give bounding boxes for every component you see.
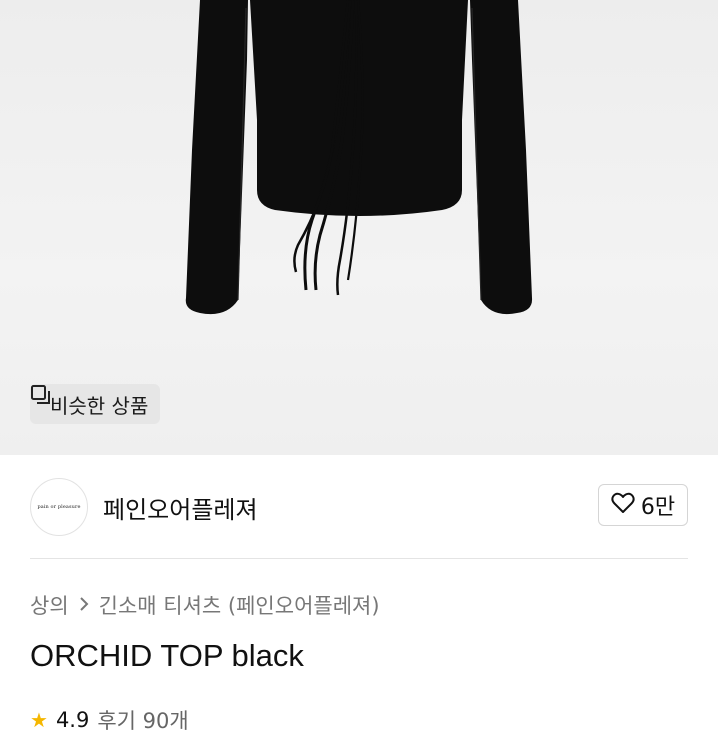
- heart-outline-icon: [611, 492, 635, 518]
- product-image[interactable]: 비슷한 상품: [0, 0, 718, 455]
- shop-row: pain or pleasure 페인오어플레져 6만: [0, 455, 718, 559]
- rating-row[interactable]: ★ 4.9 후기 90개: [30, 705, 189, 735]
- chevron-right-icon: [79, 593, 89, 617]
- shop-name[interactable]: 페인오어플레져: [103, 490, 258, 525]
- star-icon: ★: [30, 708, 48, 732]
- similar-products-label: 비슷한 상품: [50, 393, 149, 418]
- breadcrumb: 상의 긴소매 티셔츠 (페인오어플레져): [30, 590, 380, 620]
- like-count: 6만: [640, 495, 676, 520]
- breadcrumb-item-category[interactable]: 상의: [30, 590, 69, 620]
- like-button[interactable]: 6만: [598, 484, 688, 526]
- shop-avatar-logo-text: pain or pleasure: [37, 504, 81, 510]
- breadcrumb-item-subcategory[interactable]: 긴소매 티셔츠 (페인오어플레져): [99, 590, 380, 620]
- rating-score: 4.9: [55, 708, 90, 732]
- shop-avatar[interactable]: pain or pleasure: [30, 478, 88, 536]
- divider: [30, 558, 688, 559]
- similar-products-button[interactable]: 비슷한 상품: [30, 384, 161, 424]
- review-count: 후기 90개: [97, 709, 189, 733]
- product-title: ORCHID TOP black: [30, 638, 304, 673]
